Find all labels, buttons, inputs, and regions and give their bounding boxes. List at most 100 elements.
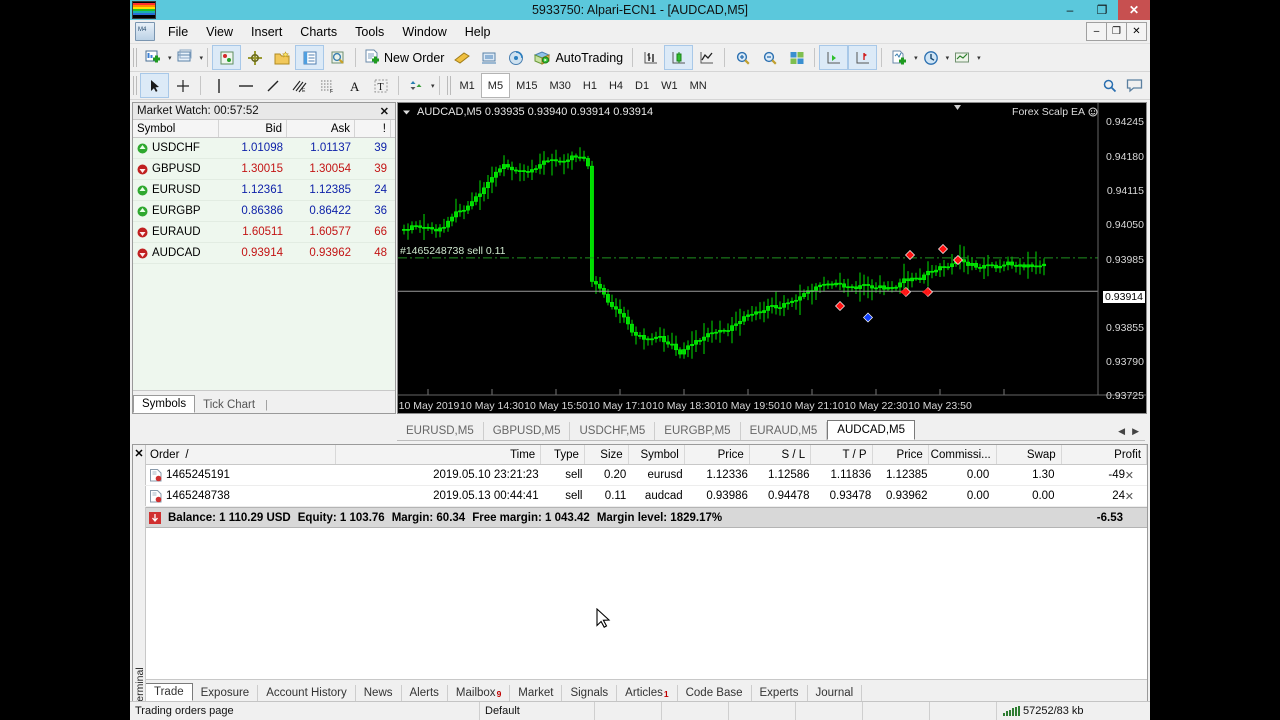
templates-icon[interactable]	[949, 46, 976, 69]
periods-icon[interactable]	[918, 46, 945, 69]
terminal-tab[interactable]: News	[356, 685, 402, 701]
column-symbol[interactable]: Symbol	[133, 120, 219, 137]
terminal-tab[interactable]: Exposure	[193, 685, 259, 701]
terminal-tab[interactable]: Experts	[752, 685, 808, 701]
market-watch-row[interactable]: AUDCAD 0.93914 0.93962 48	[133, 243, 395, 264]
equidistant-channel-icon[interactable]: E	[286, 74, 313, 97]
profiles-dropdown-icon[interactable]: ▾	[200, 54, 204, 62]
arrows-icon[interactable]	[403, 74, 430, 97]
mdi-restore-button[interactable]: ❐	[1106, 22, 1127, 41]
timeframe-mn[interactable]: MN	[684, 74, 713, 97]
terminal-column-header[interactable]: Profit	[1062, 445, 1148, 464]
timeframe-m5[interactable]: M5	[480, 73, 511, 98]
maximize-button[interactable]: ❐	[1086, 0, 1118, 20]
market-watch-row[interactable]: USDCHF 1.01098 1.01137 39	[133, 138, 395, 159]
close-button[interactable]: ✕	[1118, 0, 1150, 20]
chart-tab[interactable]: USDCHF,M5	[570, 422, 656, 440]
crosshair-icon[interactable]	[169, 74, 196, 97]
close-order-icon[interactable]: ✕	[1120, 469, 1139, 482]
timeframe-h4[interactable]: H4	[603, 74, 629, 97]
chat-icon[interactable]	[1126, 78, 1143, 93]
text-icon[interactable]: T	[367, 74, 394, 97]
table-row[interactable]: 1465245191 2019.05.10 23:21:23 sell 0.20 eur…	[145, 465, 1147, 486]
trendline-icon[interactable]	[259, 74, 286, 97]
zoom-in-icon[interactable]	[729, 46, 756, 69]
timeframe-m15[interactable]: M15	[510, 74, 543, 97]
chart-shift-icon[interactable]	[848, 45, 878, 70]
profiles-icon[interactable]	[172, 46, 199, 69]
navigator-icon[interactable]	[268, 46, 295, 69]
market-watch-row[interactable]: EURUSD 1.12361 1.12385 24	[133, 180, 395, 201]
terminal-tab[interactable]: Market	[510, 685, 563, 701]
timeframe-m1[interactable]: M1	[454, 74, 481, 97]
terminal-close-icon[interactable]: ✕	[133, 445, 145, 460]
menu-item-view[interactable]: View	[197, 22, 242, 42]
auto-scroll-icon[interactable]	[819, 45, 849, 70]
menu-item-file[interactable]: File	[159, 22, 197, 42]
terminal-column-header[interactable]: S / L	[750, 445, 812, 464]
menu-item-help[interactable]: Help	[456, 22, 500, 42]
terminal-tab[interactable]: Mailbox 9	[448, 685, 511, 701]
chart-window[interactable]: AUDCAD,M5 0.93935 0.93940 0.93914 0.9391…	[397, 102, 1147, 414]
column-ask[interactable]: Ask	[287, 120, 355, 137]
chart-price-scale[interactable]: 0.94245 0.94180 0.94115 0.94050 0.93985 0.939…	[1098, 103, 1146, 402]
timeframe-d1[interactable]: D1	[629, 74, 655, 97]
chart-time-axis[interactable]: 10 May 2019 10 May 14:30 10 May 15:50 10 Ma…	[398, 397, 1098, 413]
close-order-icon[interactable]: ✕	[1120, 490, 1139, 503]
strategy-tester-icon[interactable]	[324, 46, 351, 69]
terminal-column-header[interactable]: Symbol	[629, 445, 685, 464]
market-watch-icon[interactable]	[212, 45, 242, 70]
indicators-icon[interactable]	[886, 46, 913, 69]
market-watch-row[interactable]: EURAUD 1.60511 1.60577 66	[133, 222, 395, 243]
terminal-tab[interactable]: Journal	[808, 685, 863, 701]
tab-tick-chart[interactable]: Tick Chart	[195, 397, 263, 413]
search-icon[interactable]	[1102, 78, 1117, 93]
new-chart-icon[interactable]	[140, 46, 167, 69]
status-profile[interactable]: Default	[480, 702, 595, 720]
timeframe-grip[interactable]	[446, 76, 451, 95]
terminal-tab[interactable]: Alerts	[402, 685, 448, 701]
market-watch-close-icon[interactable]: ✕	[378, 105, 391, 118]
column-bid[interactable]: Bid	[219, 120, 287, 137]
expert-advisors-icon[interactable]	[475, 46, 502, 69]
terminal-column-header[interactable]: Order /	[145, 445, 337, 464]
timeframe-w1[interactable]: W1	[655, 74, 684, 97]
market-watch-row[interactable]: GBPUSD 1.30015 1.30054 39	[133, 159, 395, 180]
linetoolbar-grip[interactable]	[133, 76, 137, 95]
line-chart-icon[interactable]	[693, 46, 720, 69]
menu-item-tools[interactable]: Tools	[346, 22, 393, 42]
fibonacci-icon[interactable]: F	[313, 74, 340, 97]
mdi-close-button[interactable]: ✕	[1126, 22, 1147, 41]
terminal-tab[interactable]: Account History	[258, 685, 356, 701]
terminal-tab[interactable]: Signals	[562, 685, 618, 701]
text-label-icon[interactable]: A	[340, 74, 367, 97]
menu-item-window[interactable]: Window	[393, 22, 455, 42]
menu-item-charts[interactable]: Charts	[291, 22, 346, 42]
timeframe-h1[interactable]: H1	[577, 74, 603, 97]
terminal-column-header[interactable]: Size	[585, 445, 629, 464]
chart-canvas[interactable]	[398, 103, 1146, 413]
terminal-tab[interactable]: Articles 1	[617, 685, 678, 701]
terminal-column-header[interactable]: Type	[541, 445, 585, 464]
column-spread[interactable]: !	[355, 120, 391, 137]
metaeditor-icon[interactable]	[448, 46, 475, 69]
status-connection[interactable]: 57252/83 kb	[997, 705, 1084, 717]
timeframe-m30[interactable]: M30	[543, 74, 576, 97]
tile-windows-icon[interactable]	[783, 46, 810, 69]
terminal-tab[interactable]: Trade	[145, 683, 193, 701]
chart-tab[interactable]: EURUSD,M5	[397, 422, 484, 440]
terminal-icon[interactable]	[295, 45, 325, 70]
chart-tab[interactable]: AUDCAD,M5	[827, 420, 916, 440]
minimize-button[interactable]: –	[1054, 0, 1086, 20]
cursor-icon[interactable]	[140, 73, 169, 98]
templates-dropdown-icon[interactable]: ▾	[977, 54, 981, 62]
vertical-line-icon[interactable]	[205, 74, 232, 97]
menu-item-insert[interactable]: Insert	[242, 22, 291, 42]
zoom-out-icon[interactable]	[756, 46, 783, 69]
chart-menu-icon[interactable]	[402, 108, 411, 117]
new-order-button[interactable]: New Order	[360, 46, 448, 69]
chart-tab[interactable]: EURGBP,M5	[655, 422, 741, 440]
autotrading-indicator-icon[interactable]	[502, 46, 529, 69]
horizontal-line-icon[interactable]	[232, 74, 259, 97]
toolbar-grip[interactable]	[133, 48, 137, 67]
